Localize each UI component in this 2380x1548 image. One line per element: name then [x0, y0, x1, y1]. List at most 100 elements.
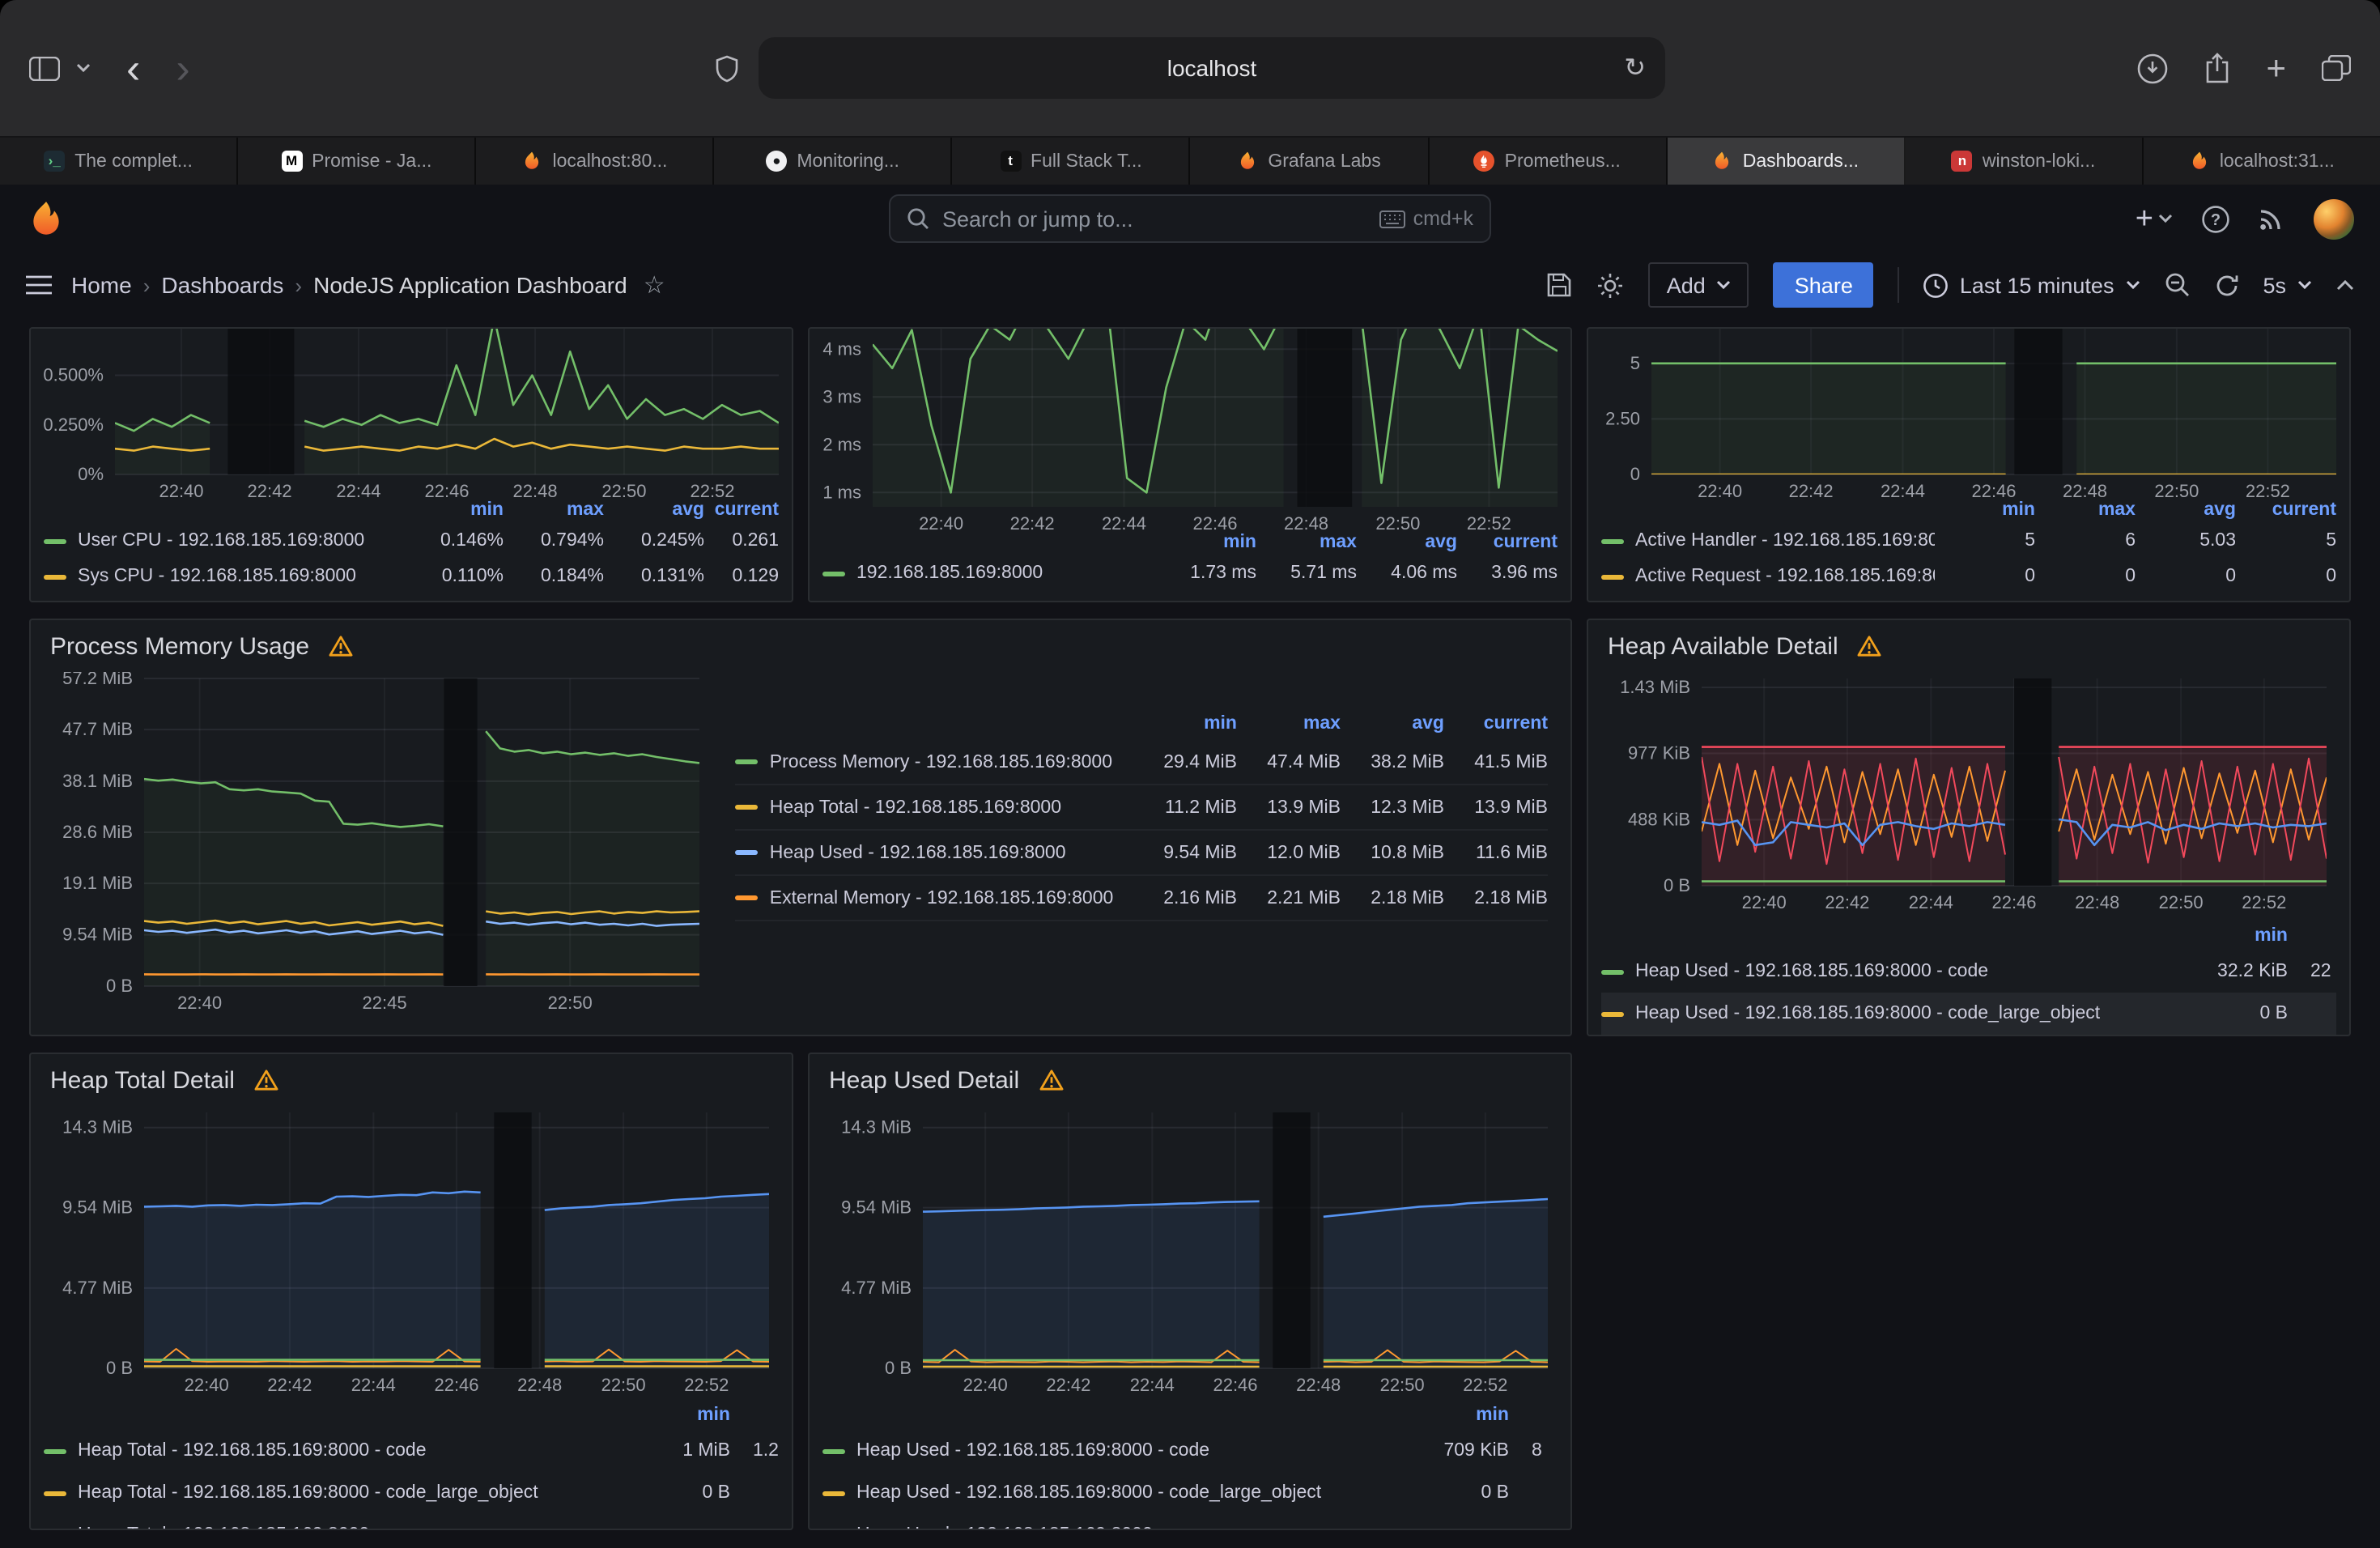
- search-input[interactable]: Search or jump to... cmd+k: [889, 194, 1491, 243]
- reload-icon[interactable]: ↻: [1624, 52, 1646, 84]
- series-label[interactable]: Heap Used - 192.168.185.169:8000 - code: [856, 1441, 1396, 1461]
- browser-tab[interactable]: Prometheus...: [1429, 138, 1667, 185]
- series-label[interactable]: Active Handler - 192.168.185.169:8000: [1635, 531, 1935, 551]
- series-label[interactable]: Heap Used - 192.168.185.169:8000 -: [856, 1525, 1396, 1530]
- legend-header-current[interactable]: current: [2236, 500, 2336, 520]
- help-icon[interactable]: ?: [2202, 205, 2229, 232]
- sidebar-toggle-icon[interactable]: [29, 56, 60, 80]
- browser-tab[interactable]: n winston-loki...: [1906, 138, 2144, 185]
- legend-header-avg[interactable]: avg: [1341, 714, 1444, 734]
- process-memory-chart[interactable]: 0 B9.54 MiB19.1 MiB28.6 MiB38.1 MiB47.7 …: [44, 672, 710, 1015]
- legend-header-max[interactable]: max: [504, 500, 604, 520]
- downloads-icon[interactable]: [2136, 53, 2167, 83]
- legend-header-min[interactable]: min: [403, 500, 504, 520]
- browser-tab[interactable]: M Promise - Ja...: [238, 138, 476, 185]
- browser-tab[interactable]: ›_ The complet...: [0, 138, 238, 185]
- heap-used-chart[interactable]: 0 B4.77 MiB9.54 MiB14.3 MiB22:4022:4222:…: [822, 1106, 1558, 1397]
- legend-header-avg[interactable]: avg: [2136, 500, 2236, 520]
- svg-text:4.77 MiB: 4.77 MiB: [62, 1278, 133, 1298]
- zoom-out-icon[interactable]: [2164, 272, 2190, 298]
- add-menu-button[interactable]: +: [2136, 203, 2173, 234]
- browser-tab[interactable]: Grafana Labs: [1191, 138, 1429, 185]
- browser-tab[interactable]: ● Monitoring...: [715, 138, 953, 185]
- legend-header-max[interactable]: max: [2035, 500, 2136, 520]
- refresh-icon[interactable]: [2214, 273, 2238, 297]
- heap-available-chart[interactable]: 0 B488 KiB977 KiB1.43 MiB22:4022:4222:44…: [1601, 672, 2336, 915]
- panel-title[interactable]: Heap Used Detail: [829, 1066, 1019, 1094]
- favorite-star-icon[interactable]: ☆: [644, 270, 665, 300]
- legend-header-min[interactable]: min: [1133, 714, 1237, 734]
- share-button[interactable]: Share: [1774, 262, 1874, 308]
- series-label[interactable]: Heap Used - 192.168.185.169:8000 - code_…: [856, 1483, 1396, 1503]
- breadcrumb-home[interactable]: Home: [71, 272, 132, 298]
- refresh-interval-picker[interactable]: 5s: [2263, 273, 2312, 297]
- series-label[interactable]: Heap Used - 192.168.185.169:8000 - code_…: [1635, 1004, 2174, 1023]
- chevron-down-icon[interactable]: [76, 63, 91, 73]
- panel-title[interactable]: Heap Available Detail: [1608, 632, 1838, 660]
- series-label[interactable]: User CPU - 192.168.185.169:8000: [78, 531, 403, 551]
- legend-header-avg[interactable]: avg: [604, 500, 704, 520]
- user-avatar[interactable]: [2314, 198, 2354, 239]
- stat-min: 709 KiB: [1396, 1441, 1509, 1461]
- browser-tab[interactable]: localhost:80...: [476, 138, 714, 185]
- stat-current: 3.96 ms: [1457, 563, 1558, 583]
- series-label[interactable]: Process Memory - 192.168.185.169:8000: [770, 752, 1133, 772]
- response-time-chart[interactable]: 1 ms2 ms3 ms4 ms22:4022:4222:4422:4622:4…: [813, 327, 1567, 536]
- add-button-label: Add: [1667, 273, 1706, 297]
- browser-tab[interactable]: localhost:31...: [2144, 138, 2380, 185]
- series-label[interactable]: Heap Total - 192.168.185.169:8000: [770, 797, 1133, 817]
- series-label[interactable]: Heap Used - 192.168.185.169:8000: [770, 843, 1133, 862]
- series-label[interactable]: 192.168.185.169:8000: [856, 563, 1156, 583]
- menu-toggle-icon[interactable]: [26, 275, 52, 295]
- series-label[interactable]: Sys CPU - 192.168.185.169:8000: [78, 567, 403, 586]
- share-icon[interactable]: [2203, 52, 2230, 84]
- browser-tab-active[interactable]: Dashboards...: [1667, 138, 1905, 185]
- back-button[interactable]: ‹: [126, 47, 140, 89]
- panel-title[interactable]: Heap Total Detail: [50, 1066, 235, 1094]
- address-bar[interactable]: localhost ↻: [759, 37, 1665, 99]
- add-button[interactable]: Add: [1649, 262, 1749, 308]
- collapse-chevron-icon[interactable]: [2336, 279, 2354, 291]
- legend-header-min[interactable]: min: [1396, 1406, 1509, 1425]
- panel-cpu-usage: 0%0.250%0.500%22:4022:4222:4422:4622:482…: [29, 327, 793, 602]
- heap-total-chart[interactable]: 0 B4.77 MiB9.54 MiB14.3 MiB22:4022:4222:…: [44, 1106, 779, 1397]
- legend-header-current[interactable]: current: [1457, 533, 1558, 552]
- svg-text:22:46: 22:46: [1991, 892, 2036, 912]
- breadcrumb-dashboards[interactable]: Dashboards: [161, 272, 283, 298]
- warning-icon[interactable]: [1858, 635, 1882, 657]
- legend-header-min[interactable]: min: [617, 1406, 730, 1425]
- news-rss-icon[interactable]: [2259, 206, 2284, 232]
- panel-title[interactable]: Process Memory Usage: [50, 632, 309, 660]
- series-label[interactable]: Heap Total - 192.168.185.169:8000 - code: [78, 1441, 617, 1461]
- legend-header-max[interactable]: max: [1237, 714, 1341, 734]
- save-icon[interactable]: [1547, 272, 1573, 298]
- series-label[interactable]: Heap Total - 192.168.185.169:8000 - code…: [78, 1483, 617, 1503]
- stat-current: 0: [2236, 567, 2336, 586]
- legend-header-current[interactable]: current: [704, 500, 779, 520]
- series-color-dash: [822, 1448, 845, 1453]
- legend-header-avg[interactable]: avg: [1357, 533, 1457, 552]
- new-tab-icon[interactable]: +: [2266, 51, 2286, 85]
- warning-icon[interactable]: [329, 635, 353, 657]
- legend-header-max[interactable]: max: [1256, 533, 1357, 552]
- time-range-picker[interactable]: Last 15 minutes: [1924, 273, 2140, 297]
- legend-header-min[interactable]: min: [1156, 533, 1256, 552]
- shield-icon[interactable]: [715, 54, 739, 82]
- cpu-usage-chart[interactable]: 0%0.250%0.500%22:4022:4222:4422:4622:482…: [34, 327, 788, 504]
- legend-header-min[interactable]: min: [1935, 500, 2035, 520]
- stat-min: 0 B: [1396, 1483, 1509, 1503]
- settings-gear-icon[interactable]: [1597, 271, 1625, 299]
- legend-header-min[interactable]: min: [2174, 926, 2288, 946]
- series-label[interactable]: Active Request - 192.168.185.169:8000: [1635, 567, 1935, 586]
- series-label[interactable]: Heap Total - 192.168.185.169:8000 -: [78, 1525, 617, 1530]
- tab-overview-icon[interactable]: [2322, 55, 2351, 81]
- series-label[interactable]: External Memory - 192.168.185.169:8000: [770, 888, 1133, 908]
- forward-button[interactable]: ›: [176, 47, 189, 89]
- warning-icon[interactable]: [254, 1069, 278, 1091]
- warning-icon[interactable]: [1039, 1069, 1063, 1091]
- grafana-logo[interactable]: [26, 198, 66, 239]
- series-label[interactable]: Heap Used - 192.168.185.169:8000 - code: [1635, 962, 2174, 981]
- browser-tab[interactable]: t Full Stack T...: [953, 138, 1191, 185]
- active-handlers-chart[interactable]: 02.50522:4022:4222:4422:4622:4822:5022:5…: [1592, 327, 2346, 504]
- legend-header-current[interactable]: current: [1444, 714, 1548, 734]
